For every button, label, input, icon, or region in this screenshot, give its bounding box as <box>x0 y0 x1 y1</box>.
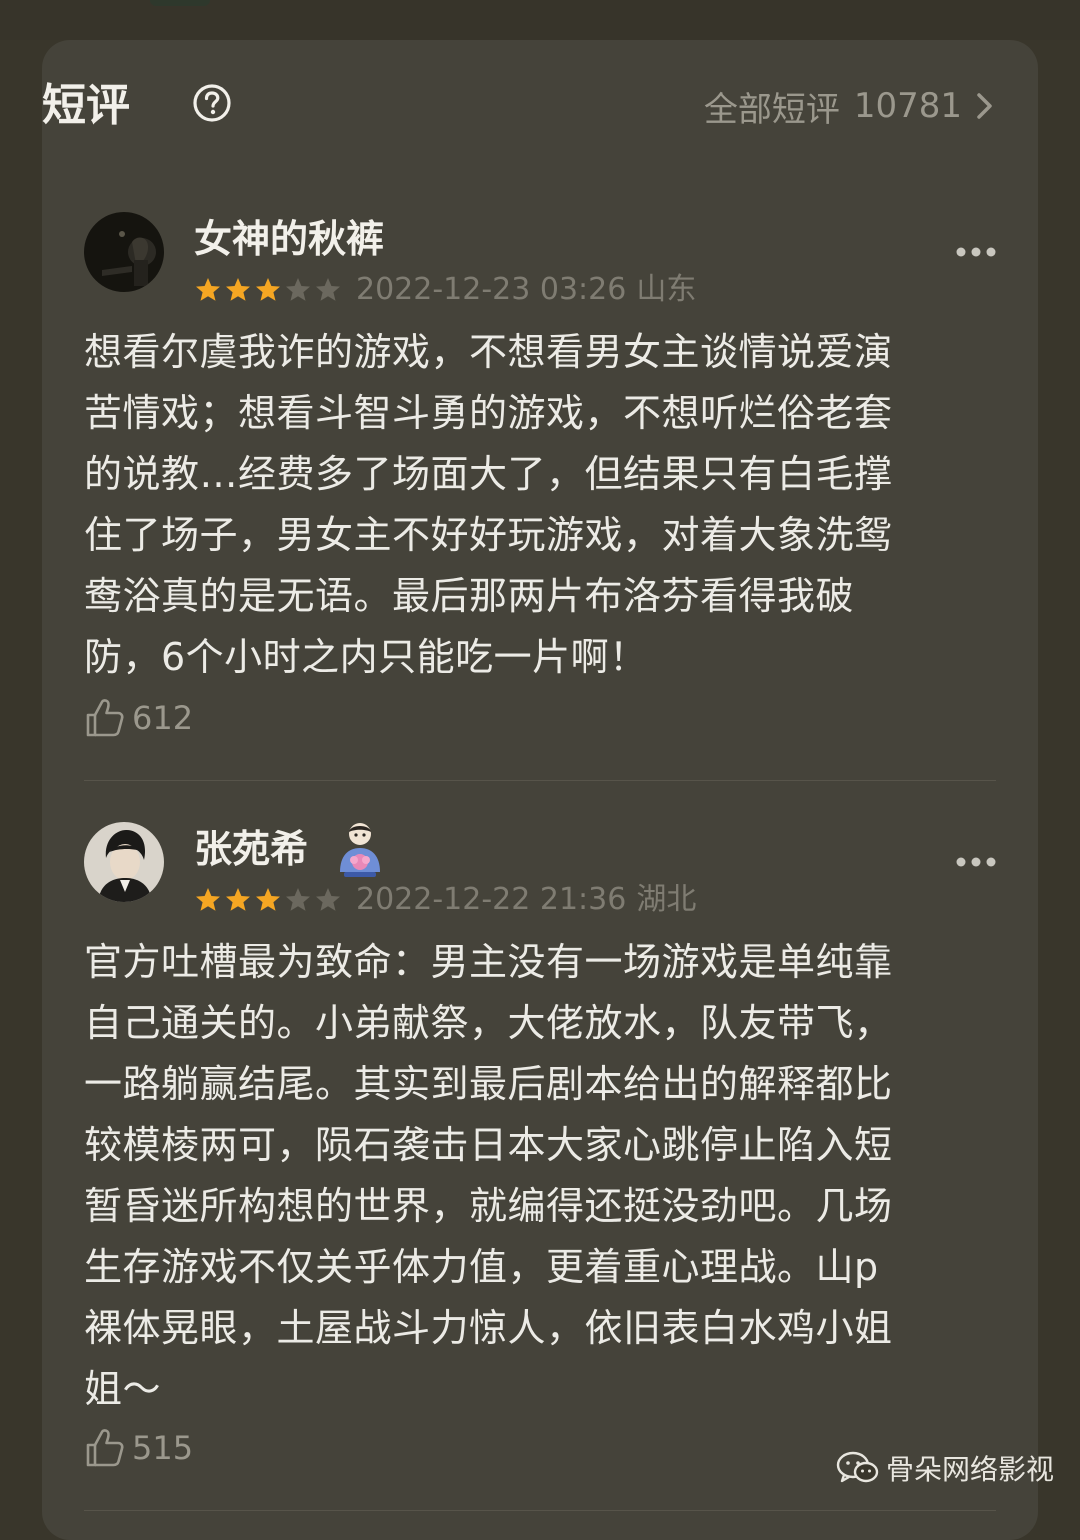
review-location: 山东 <box>636 272 697 307</box>
star-rating <box>194 276 344 304</box>
review-content-line: 暂昏迷所构想的世界，就编得还挺没劲吧。几场 <box>84 1184 893 1228</box>
review-content: 官方吐槽最为致命：男主没有一场游戏是单纯靠 自己通关的。小弟献祭，大佬放水，队友带… <box>84 932 984 1420</box>
star-empty-icon <box>286 888 310 911</box>
like-button[interactable]: 612 <box>84 696 193 740</box>
watermark-text: 骨朵网络影视 <box>886 1453 1055 1486</box>
review-content-line: 一路躺赢结尾。其实到最后剧本给出的解释都比 <box>84 1062 893 1106</box>
chevron-right-icon <box>977 93 992 119</box>
all-reviews-count: 10781 <box>853 86 962 126</box>
review-content-line: 裸体晃眼，土屋战斗力惊人，依旧表白水鸡小姐 <box>84 1306 893 1350</box>
username[interactable]: 张苑希 <box>194 826 308 872</box>
all-reviews-label: 全部短评 <box>703 89 840 130</box>
all-reviews-link[interactable]: 全部短评 10781 <box>703 84 996 130</box>
review-datetime: 2022-12-23 03:26 <box>356 272 627 307</box>
watermark: 骨朵网络影视 <box>836 1448 1054 1488</box>
like-count: 515 <box>132 1429 194 1467</box>
more-dots-icon[interactable] <box>956 246 996 258</box>
review-content-line: 的说教…经费多了场面大了，但结果只有白毛撑 <box>84 452 893 496</box>
question-circle-icon[interactable] <box>192 83 232 123</box>
thumbs-up-icon <box>86 1429 124 1467</box>
review-meta: 2022-12-22 21:36 湖北 <box>194 884 696 916</box>
review-content: 想看尔虞我诈的游戏，不想看男女主谈情说爱演 苦情戏；想看斗智斗勇的游戏，不想听烂俗… <box>84 322 984 688</box>
star-filled-icon <box>256 888 280 911</box>
review-location: 湖北 <box>636 882 697 917</box>
review-content-line: 生存游戏不仅关乎体力值，更着重心理战。山p <box>84 1245 879 1289</box>
star-filled-icon <box>226 888 250 911</box>
like-button[interactable]: 515 <box>84 1426 193 1470</box>
section-title: 短评 <box>42 80 130 131</box>
review-content-line: 官方吐槽最为致命：男主没有一场游戏是单纯靠 <box>84 940 893 984</box>
review-content-line: 姐～ <box>84 1367 162 1411</box>
star-empty-icon <box>316 888 340 911</box>
star-rating <box>194 886 344 914</box>
review-content-line: 想看尔虞我诈的游戏，不想看男女主谈情说爱演 <box>84 330 893 374</box>
review-divider <box>84 1510 996 1511</box>
review-item: 张苑希 2022-12-22 21:36 湖北 官方吐槽最为致命：男主没有一场游… <box>84 820 996 1490</box>
review-content-line: 住了场子，男女主不好好玩游戏，对着大象洗鸳 <box>84 513 893 557</box>
review-item: 女神的秋裤 2022-12-23 03:26 山东 想看尔虞我诈的游戏，不想看男… <box>84 210 996 750</box>
review-divider <box>84 780 996 781</box>
more-dots-icon[interactable] <box>956 856 996 868</box>
like-count: 612 <box>132 699 194 737</box>
review-content-line: 较模棱两可，陨石袭击日本大家心跳停止陷入短 <box>84 1123 893 1167</box>
avatar[interactable] <box>84 212 164 292</box>
star-filled-icon <box>196 278 220 301</box>
review-content-line: 防，6个小时之内只能吃一片啊！ <box>84 635 648 679</box>
review-content-line: 苦情戏；想看斗智斗勇的游戏，不想听烂俗老套 <box>84 391 893 435</box>
star-filled-icon <box>256 278 280 301</box>
review-datetime: 2022-12-22 21:36 <box>356 882 627 917</box>
username[interactable]: 女神的秋裤 <box>194 216 384 262</box>
thumbs-up-icon <box>86 699 124 737</box>
review-content-line: 自己通关的。小弟献祭，大佬放水，队友带飞， <box>84 1001 893 1045</box>
review-meta: 2022-12-23 03:26 山东 <box>194 274 696 306</box>
status-area <box>0 0 1080 40</box>
wechat-icon <box>836 1451 879 1483</box>
star-filled-icon <box>196 888 220 911</box>
star-empty-icon <box>316 278 340 301</box>
star-empty-icon <box>286 278 310 301</box>
avatar[interactable] <box>84 822 164 902</box>
star-filled-icon <box>226 278 250 301</box>
top-partial-element <box>150 0 210 6</box>
member-badge-icon <box>340 823 380 877</box>
section-header: 短评 全部短评 10781 <box>42 78 996 134</box>
review-content-line: 鸯浴真的是无语。最后那两片布洛芬看得我破 <box>84 574 855 618</box>
